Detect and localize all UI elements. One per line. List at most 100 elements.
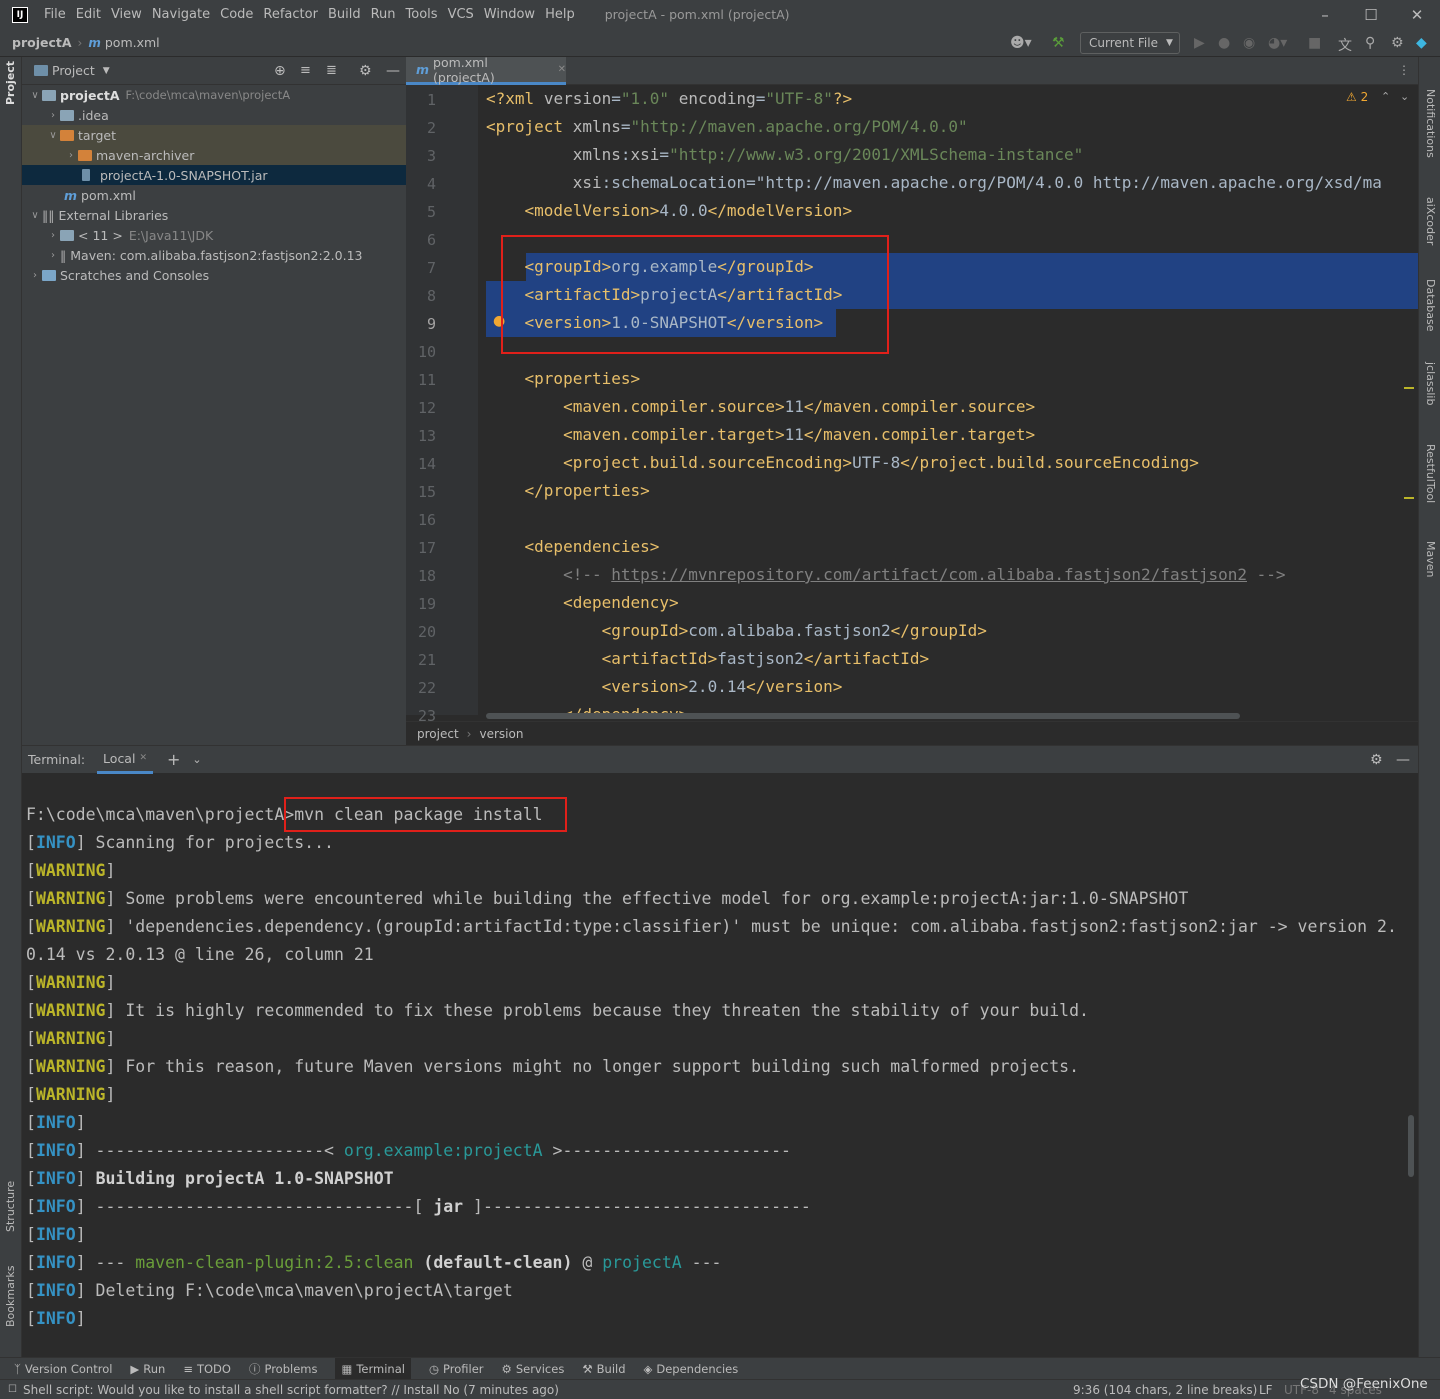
terminal-settings-gear-icon[interactable]: ⚙ <box>1370 752 1383 768</box>
tree-item-jdk[interactable]: › < 11 > E:\Java11\JDK <box>22 225 406 245</box>
menu-window[interactable]: Window <box>484 7 535 22</box>
tree-item-jar[interactable]: projectA-1.0-SNAPSHOT.jar <box>22 165 406 185</box>
chevron-down-icon[interactable]: ∨ <box>28 210 42 221</box>
caret-position[interactable]: 9:36 (104 chars, 2 line breaks) <box>1073 1383 1257 1397</box>
profile-icon[interactable]: ◕▾ <box>1268 35 1287 51</box>
tool-run[interactable]: ▶ Run <box>130 1362 165 1376</box>
tree-item-scratches[interactable]: › Scratches and Consoles <box>22 265 406 285</box>
menu-vcs[interactable]: VCS <box>448 7 474 22</box>
close-tab-icon[interactable]: ✕ <box>558 64 566 75</box>
code-line[interactable]: <?xml version="1.0" encoding="UTF-8"?> <box>486 85 852 113</box>
tool-services[interactable]: ⚙ Services <box>502 1362 565 1376</box>
code-line[interactable]: <version>2.0.14</version> <box>486 673 843 701</box>
plugin-icon[interactable]: ◆ <box>1416 35 1427 51</box>
run-config-select[interactable]: Current File ▼ <box>1080 32 1180 54</box>
tab-local[interactable]: Local ✕ <box>97 746 153 774</box>
chevron-right-icon[interactable]: › <box>46 230 60 241</box>
nav-file-crumb[interactable]: pom.xml <box>105 35 160 50</box>
close-tab-icon[interactable]: ✕ <box>139 753 147 763</box>
warning-stripe-mark[interactable] <box>1404 497 1414 499</box>
menu-view[interactable]: View <box>111 7 142 22</box>
new-tab-plus-icon[interactable]: + <box>167 750 180 769</box>
aixcoder-tool-button[interactable]: aiXcoder <box>1424 197 1437 245</box>
breadcrumb-version[interactable]: version <box>479 727 523 741</box>
code-line[interactable]: xmlns:xsi="http://www.w3.org/2001/XMLSch… <box>486 141 1084 169</box>
tree-item-external-libraries[interactable]: ∨ ‖‖ External Libraries <box>22 205 406 225</box>
database-tool-button[interactable]: Database <box>1424 279 1437 332</box>
search-icon[interactable]: ⚲ <box>1365 35 1375 51</box>
menu-navigate[interactable]: Navigate <box>152 7 210 22</box>
chevron-down-icon[interactable]: ⌄ <box>192 753 201 766</box>
code-line[interactable]: <!-- https://mvnrepository.com/artifact/… <box>486 561 1285 589</box>
coverage-icon[interactable]: ◉ <box>1243 35 1255 51</box>
menu-code[interactable]: Code <box>220 7 253 22</box>
menu-run[interactable]: Run <box>371 7 396 22</box>
code-line[interactable]: <project xmlns="http://maven.apache.org/… <box>486 113 968 141</box>
menu-tools[interactable]: Tools <box>406 7 438 22</box>
tool-todo[interactable]: ≡ TODO <box>183 1362 231 1376</box>
code-area[interactable]: <?xml version="1.0" encoding="UTF-8"?> <p… <box>406 85 1418 715</box>
panel-settings-gear-icon[interactable]: ⚙ <box>359 63 372 79</box>
status-message[interactable]: Shell script: Would you like to install … <box>23 1383 559 1397</box>
code-line[interactable]: <dependencies> <box>486 533 660 561</box>
restfultool-tool-button[interactable]: RestfulTool <box>1424 444 1437 503</box>
tool-profiler[interactable]: ◷ Profiler <box>429 1362 484 1376</box>
code-line[interactable]: <dependency> <box>486 589 679 617</box>
collapse-all-icon[interactable]: ≣ <box>326 63 337 78</box>
menu-refactor[interactable]: Refactor <box>263 7 318 22</box>
chevron-right-icon[interactable]: › <box>46 110 60 121</box>
chevron-right-icon[interactable]: › <box>28 270 42 281</box>
warning-stripe-mark[interactable] <box>1404 387 1414 389</box>
horizontal-scrollbar[interactable] <box>486 713 1240 719</box>
menu-build[interactable]: Build <box>328 7 361 22</box>
tree-item-projecta[interactable]: ∨ projectA F:\code\mca\maven\projectA <box>22 85 406 105</box>
warning-indicator[interactable]: ⚠ 2 <box>1346 90 1368 104</box>
settings-gear-icon[interactable]: ⚙ <box>1391 35 1404 51</box>
tree-item-target[interactable]: ∨ target <box>22 125 406 145</box>
hide-panel-icon[interactable]: — <box>386 63 400 79</box>
code-line[interactable]: xsi:schemaLocation="http://maven.apache.… <box>486 169 1382 197</box>
hide-terminal-icon[interactable]: — <box>1396 752 1410 768</box>
translate-icon[interactable]: 文 <box>1338 35 1352 55</box>
build-hammer-icon[interactable]: ⚒ <box>1052 35 1065 51</box>
project-tool-button[interactable]: Project <box>4 61 17 105</box>
chevron-down-icon[interactable]: ∨ <box>28 90 42 101</box>
nav-project-crumb[interactable]: projectA <box>12 35 72 50</box>
project-panel-title[interactable]: Project <box>52 63 95 78</box>
menu-help[interactable]: Help <box>545 7 575 22</box>
chevron-down-icon[interactable]: ∨ <box>46 130 60 141</box>
line-separator[interactable]: LF <box>1259 1383 1273 1397</box>
tool-problems[interactable]: ⓘ Problems <box>249 1361 318 1377</box>
stop-icon[interactable]: ■ <box>1308 35 1321 51</box>
code-line[interactable]: <modelVersion>4.0.0</modelVersion> <box>486 197 853 225</box>
tool-dependencies[interactable]: ◈ Dependencies <box>644 1362 739 1376</box>
code-line[interactable]: <properties> <box>486 365 641 393</box>
menu-file[interactable]: File <box>44 7 66 22</box>
next-highlight-icon[interactable]: ⌄ <box>1400 90 1409 103</box>
tool-version-control[interactable]: ᛉ Version Control <box>14 1362 112 1376</box>
maven-tool-button[interactable]: Maven <box>1424 541 1437 577</box>
breadcrumb-project[interactable]: project <box>417 727 459 741</box>
tree-item-idea[interactable]: › .idea <box>22 105 406 125</box>
debug-icon[interactable]: ● <box>1218 35 1230 51</box>
expand-all-icon[interactable]: ≡ <box>300 63 311 78</box>
minimize-button[interactable]: – <box>1302 0 1348 29</box>
code-line[interactable]: <project.build.sourceEncoding>UTF-8</pro… <box>486 449 1199 477</box>
run-icon[interactable]: ▶ <box>1194 35 1205 51</box>
bookmarks-tool-button[interactable]: Bookmarks <box>4 1266 17 1327</box>
code-line[interactable]: <artifactId>fastjson2</artifactId> <box>486 645 930 673</box>
tree-item-maven-lib[interactable]: › ‖ Maven: com.alibaba.fastjson2:fastjso… <box>22 245 406 265</box>
menu-edit[interactable]: Edit <box>76 7 101 22</box>
jclasslib-tool-button[interactable]: jclasslib <box>1424 362 1437 405</box>
chevron-right-icon[interactable]: › <box>64 150 78 161</box>
code-line[interactable]: <groupId>com.alibaba.fastjson2</groupId> <box>486 617 987 645</box>
chevron-down-icon[interactable]: ▼ <box>103 66 110 76</box>
notifications-tool-button[interactable]: Notifications <box>1424 89 1437 158</box>
terminal-scrollbar[interactable] <box>1408 1115 1414 1177</box>
more-options-icon[interactable]: ⋮ <box>1398 63 1410 77</box>
code-line[interactable]: <maven.compiler.target>11</maven.compile… <box>486 421 1035 449</box>
tool-build[interactable]: ⚒ Build <box>582 1362 625 1376</box>
maximize-button[interactable]: ☐ <box>1348 0 1394 29</box>
tool-terminal[interactable]: ▦ Terminal <box>335 1357 411 1380</box>
locate-icon[interactable]: ⊕ <box>274 63 286 79</box>
